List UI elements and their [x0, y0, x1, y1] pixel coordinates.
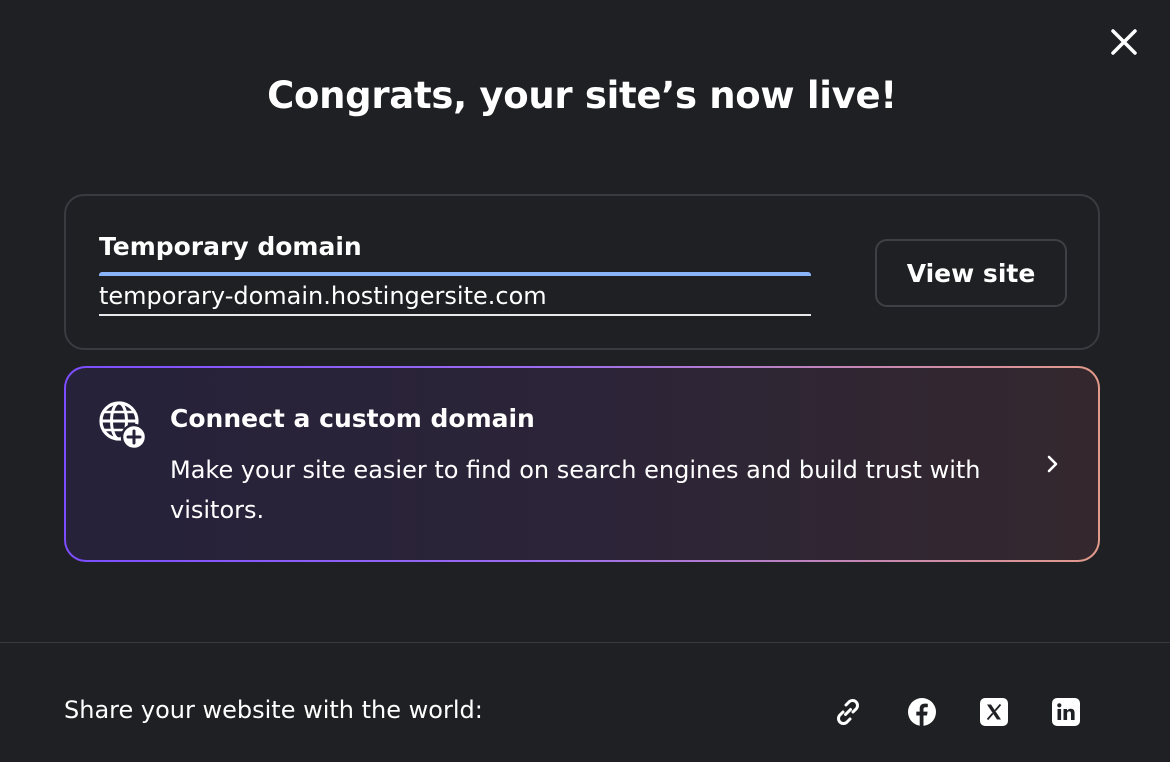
connect-custom-domain-card[interactable]: Connect a custom domain Make your site e…: [64, 366, 1100, 562]
connect-custom-domain-content: Connect a custom domain Make your site e…: [66, 368, 1098, 560]
close-button[interactable]: [1104, 22, 1144, 62]
globe-plus-icon: [99, 401, 148, 450]
close-icon: [1111, 29, 1137, 55]
temporary-domain-field[interactable]: temporary-domain.hostingersite.com: [99, 272, 811, 316]
temporary-domain-value: temporary-domain.hostingersite.com: [99, 282, 547, 310]
x-icon: [980, 698, 1008, 726]
share-facebook-button[interactable]: [902, 692, 942, 732]
view-site-button[interactable]: View site: [875, 239, 1067, 307]
share-label: Share your website with the world:: [64, 696, 483, 724]
footer-divider: [0, 642, 1170, 643]
copy-link-button[interactable]: [828, 692, 868, 732]
temporary-domain-card: Temporary domain temporary-domain.hostin…: [64, 194, 1100, 350]
facebook-icon: [908, 698, 936, 726]
chevron-right-icon: [1047, 455, 1058, 473]
dialog-title: Congrats, your site’s now live!: [267, 74, 897, 117]
share-x-button[interactable]: [974, 692, 1014, 732]
connect-domain-description: Make your site easier to find on search …: [170, 456, 981, 524]
connect-domain-title: Connect a custom domain: [170, 404, 535, 433]
linkedin-icon: [1052, 698, 1080, 726]
temporary-domain-label: Temporary domain: [99, 232, 362, 261]
link-icon: [837, 699, 859, 725]
share-linkedin-button[interactable]: [1046, 692, 1086, 732]
